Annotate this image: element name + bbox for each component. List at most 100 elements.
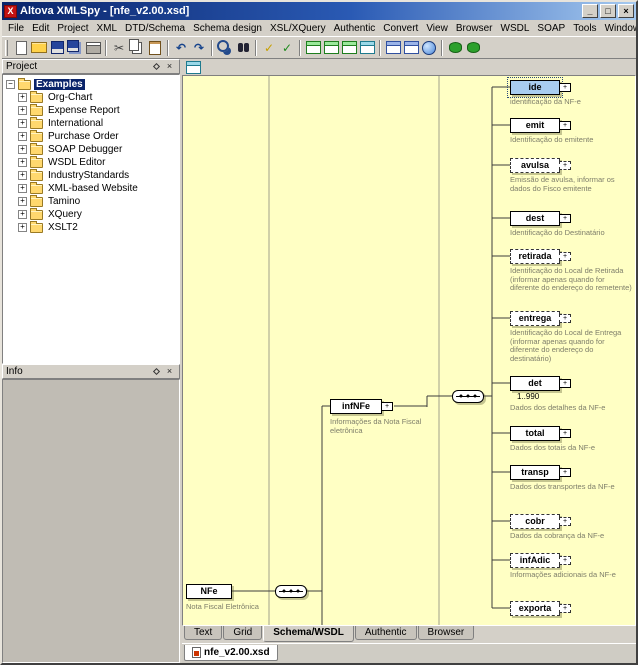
element-total[interactable]: total <box>510 426 560 441</box>
tree-item-xquery[interactable]: +XQuery <box>4 208 178 221</box>
expander-icon[interactable]: + <box>18 197 27 206</box>
element-det[interactable]: det <box>510 376 560 391</box>
expand-grip[interactable]: + <box>559 604 571 613</box>
view-tab-grid[interactable]: Grid <box>223 626 262 640</box>
expand-grip[interactable]: + <box>559 429 571 438</box>
menu-authentic[interactable]: Authentic <box>330 22 380 35</box>
element-ide[interactable]: ide <box>510 80 560 95</box>
menu-window[interactable]: Window <box>601 22 636 35</box>
tree-item-purchase-order[interactable]: +Purchase Order <box>4 130 178 143</box>
view-tab-schema-wsdl[interactable]: Schema/WSDL <box>263 626 354 642</box>
sequence-compositor-icon[interactable] <box>275 585 307 598</box>
expander-icon[interactable]: + <box>18 132 27 141</box>
schema-canvas[interactable]: NFeNota Fiscal EletrônicainfNFe+Informaç… <box>182 75 636 626</box>
find-icon[interactable] <box>216 39 234 57</box>
menu-view[interactable]: View <box>422 22 452 35</box>
element-exporta[interactable]: exporta <box>510 601 560 616</box>
element-dest[interactable]: dest <box>510 211 560 226</box>
tree-item-xml-based-website[interactable]: +XML-based Website <box>4 182 178 195</box>
expander-icon[interactable]: + <box>18 93 27 102</box>
menu-file[interactable]: File <box>4 22 28 35</box>
expand-grip[interactable]: + <box>559 161 571 170</box>
element-emit[interactable]: emit <box>510 118 560 133</box>
authentic-view-icon[interactable] <box>402 39 420 57</box>
tree-item-wsdl-editor[interactable]: +WSDL Editor <box>4 156 178 169</box>
expander-icon[interactable]: + <box>18 184 27 193</box>
tree-item-tamino[interactable]: +Tamino <box>4 195 178 208</box>
expand-grip[interactable]: + <box>559 517 571 526</box>
menu-tools[interactable]: Tools <box>569 22 600 35</box>
schema-design-view-icon[interactable] <box>384 39 402 57</box>
expander-icon[interactable]: + <box>18 158 27 167</box>
minimize-button[interactable]: _ <box>582 4 598 18</box>
check-well-formed-icon[interactable]: ✓ <box>260 39 278 57</box>
expand-grip[interactable]: + <box>559 214 571 223</box>
menu-dtd-schema[interactable]: DTD/Schema <box>121 22 189 35</box>
expander-icon[interactable]: − <box>6 80 15 89</box>
close-button[interactable]: × <box>618 4 634 18</box>
tree-item-org-chart[interactable]: +Org-Chart <box>4 91 178 104</box>
open-file-icon[interactable] <box>30 39 48 57</box>
element-infnfe[interactable]: infNFe <box>330 399 382 414</box>
element-entrega[interactable]: entrega <box>510 311 560 326</box>
expand-grip[interactable]: + <box>559 83 571 92</box>
element-infadic[interactable]: infAdic <box>510 553 560 568</box>
expander-icon[interactable]: + <box>18 145 27 154</box>
pin-icon[interactable] <box>150 61 163 72</box>
expand-grip[interactable]: + <box>559 556 571 565</box>
paste-icon[interactable] <box>146 39 164 57</box>
expand-grip[interactable]: + <box>559 121 571 130</box>
view-tab-authentic[interactable]: Authentic <box>355 626 417 640</box>
tree-item-industrystandards[interactable]: +IndustryStandards <box>4 169 178 182</box>
menu-project[interactable]: Project <box>53 22 92 35</box>
expand-grip[interactable]: + <box>559 314 571 323</box>
expand-grip[interactable]: + <box>381 402 393 411</box>
find-in-files-icon[interactable] <box>234 39 252 57</box>
menu-schema-design[interactable]: Schema design <box>189 22 266 35</box>
table-view-icon[interactable] <box>358 39 376 57</box>
element-cobr[interactable]: cobr <box>510 514 560 529</box>
tree-item-international[interactable]: +International <box>4 117 178 130</box>
browser-view-icon[interactable] <box>420 39 438 57</box>
expand-grip[interactable]: + <box>559 252 571 261</box>
show-globals-icon[interactable] <box>184 58 202 76</box>
expander-icon[interactable]: + <box>18 210 27 219</box>
tree-item-soap-debugger[interactable]: +SOAP Debugger <box>4 143 178 156</box>
tree-item-examples[interactable]: −Examples <box>4 78 178 91</box>
view-tab-browser[interactable]: Browser <box>418 626 475 640</box>
menu-soap[interactable]: SOAP <box>533 22 569 35</box>
expander-icon[interactable]: + <box>18 106 27 115</box>
element-avulsa[interactable]: avulsa <box>510 158 560 173</box>
undo-icon[interactable]: ↶ <box>172 39 190 57</box>
menu-xml[interactable]: XML <box>92 22 121 35</box>
tree-item-expense-report[interactable]: +Expense Report <box>4 104 178 117</box>
new-document-icon[interactable] <box>12 39 30 57</box>
save-icon[interactable] <box>48 39 66 57</box>
view-tab-text[interactable]: Text <box>184 626 222 640</box>
redo-icon[interactable]: ↷ <box>190 39 208 57</box>
append-row-icon[interactable] <box>322 39 340 57</box>
validate-icon[interactable]: ✓ <box>278 39 296 57</box>
menu-xsl-xquery[interactable]: XSL/XQuery <box>266 22 330 35</box>
insert-row-icon[interactable] <box>304 39 322 57</box>
element-nfe[interactable]: NFe <box>186 584 232 599</box>
pin-icon[interactable] <box>150 366 163 377</box>
expander-icon[interactable]: + <box>18 119 27 128</box>
save-all-icon[interactable] <box>66 39 84 57</box>
database-query-icon[interactable] <box>446 39 464 57</box>
element-transp[interactable]: transp <box>510 465 560 480</box>
copy-icon[interactable] <box>128 39 146 57</box>
menu-wsdl[interactable]: WSDL <box>497 22 534 35</box>
maximize-button[interactable]: □ <box>600 4 616 18</box>
panel-close-icon[interactable]: × <box>163 61 176 72</box>
menu-browser[interactable]: Browser <box>452 22 497 35</box>
element-retirada[interactable]: retirada <box>510 249 560 264</box>
print-icon[interactable] <box>84 39 102 57</box>
panel-close-icon[interactable]: × <box>163 366 176 377</box>
database-import-icon[interactable] <box>464 39 482 57</box>
add-child-icon[interactable] <box>340 39 358 57</box>
cut-icon[interactable]: ✂ <box>110 39 128 57</box>
file-tab-nfe-v2-00-xsd[interactable]: nfe_v2.00.xsd <box>184 645 278 661</box>
menu-edit[interactable]: Edit <box>28 22 53 35</box>
expand-grip[interactable]: + <box>559 379 571 388</box>
